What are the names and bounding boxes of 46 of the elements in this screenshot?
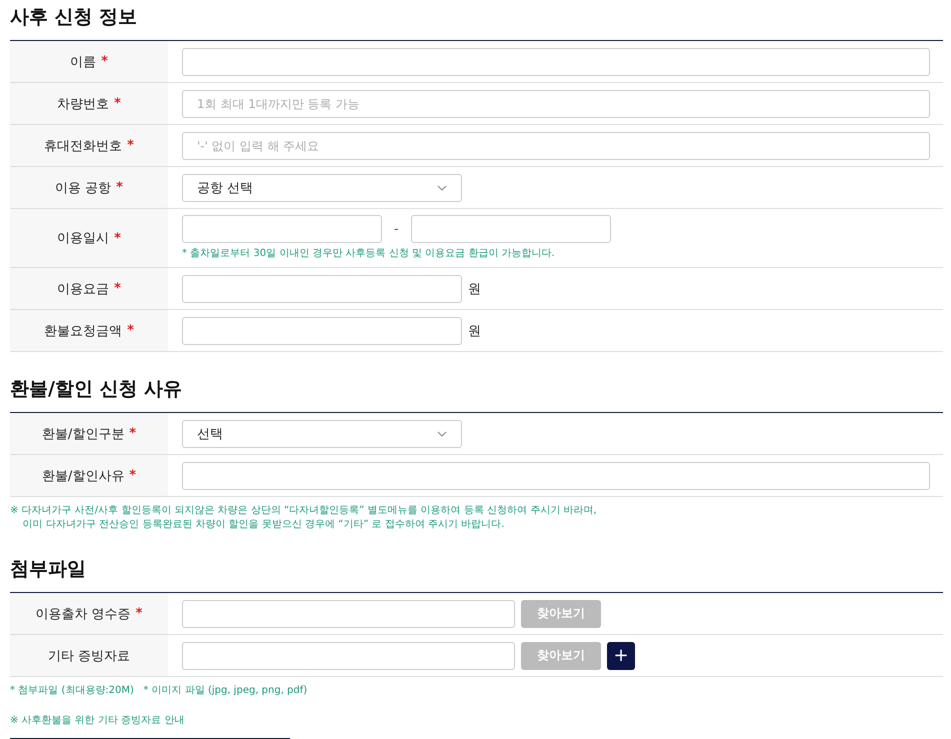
field-label: 환불요청금액 — [44, 322, 122, 340]
add-button[interactable]: + — [607, 642, 635, 670]
section-title: 첨부파일 — [10, 557, 87, 582]
required-mark: * — [114, 230, 121, 246]
required-mark: * — [127, 323, 134, 338]
field-label: 차량번호 — [57, 96, 110, 112]
info-note: ※ 다자녀가구 사전/사후 할인등록이 되지않은 차량은 상단의 “다자녀할인등록” 별도메뉴를 이용하여 등록 신청하여 주시기 바라며, 이미 다자녀가구 전산승인 등록완료된 차량이 할인을 못받으신 경우에 “기타” 로 접수하여 주시기 바랍니다. — [10, 504, 598, 532]
select-dropdown[interactable]: 공항 선택 — [182, 174, 462, 202]
currency-unit: 원 — [468, 322, 481, 340]
file-field[interactable] — [182, 600, 515, 628]
field-label: 환불/할인구분 — [42, 426, 124, 442]
required-mark: * — [136, 606, 142, 621]
required-mark: * — [127, 138, 134, 153]
amount-field[interactable] — [182, 316, 462, 344]
field-label: 환불/할인사유 — [42, 468, 124, 484]
field-label: 이용일시 — [57, 230, 110, 247]
section-title: 사후 신청 정보 — [10, 5, 138, 30]
field-label: 이용 공항 — [55, 180, 112, 196]
input-field[interactable] — [182, 48, 930, 76]
info-note: * 첨부파일 (최대용량:20M) * 이미지 파일 (jpg, jpeg, png, pdf) — [10, 684, 308, 698]
field-label: 휴대전화번호 — [44, 138, 122, 154]
info-note: ※ 사후환불을 위한 기타 증빙자료 안내 — [10, 714, 186, 728]
required-mark: * — [114, 96, 121, 111]
currency-unit: 원 — [468, 280, 481, 298]
info-note: * 출차일로부터 30일 이내인 경우만 사후등록 신청 및 이용요금 환급이 가능합니다. — [182, 247, 556, 261]
required-mark: * — [101, 54, 108, 69]
select-dropdown[interactable]: 선택 — [182, 420, 462, 448]
input-field[interactable]: '-' 없이 입력 해 주세요 — [182, 132, 930, 160]
date-field[interactable] — [182, 215, 382, 243]
amount-field[interactable] — [182, 274, 462, 302]
file-field[interactable] — [182, 642, 515, 670]
chevron-down-icon — [437, 184, 447, 190]
required-mark: * — [129, 468, 136, 483]
required-mark: * — [114, 281, 121, 296]
field-label: 이용출차 영수증 — [36, 606, 131, 622]
field-label: 이름 — [70, 54, 96, 70]
date-field[interactable] — [410, 215, 611, 243]
required-mark: * — [129, 426, 136, 441]
input-field[interactable] — [182, 462, 930, 490]
input-field[interactable]: 1회 최대 1대까지만 등록 가능 — [182, 90, 930, 118]
required-mark: * — [116, 180, 123, 195]
field-label: 이용요금 — [57, 280, 110, 298]
range-separator: - — [393, 222, 400, 236]
field-label: 기타 증빙자료 — [48, 648, 130, 664]
section-title: 환불/할인 신청 사유 — [10, 377, 184, 402]
chevron-down-icon — [437, 430, 447, 436]
